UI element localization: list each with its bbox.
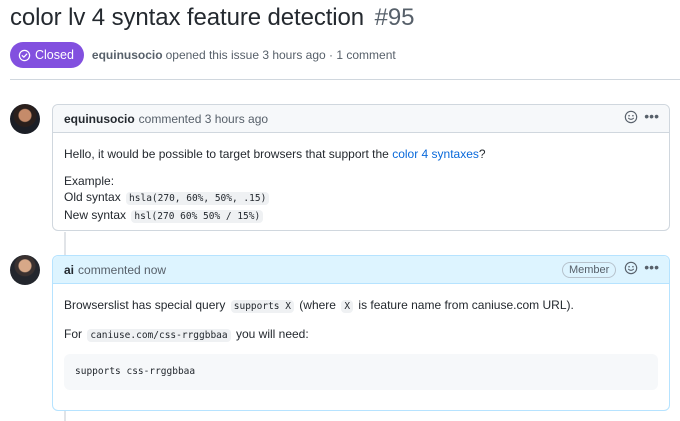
code-block: supports css-rrggbbaa [64,354,658,390]
inline-code: X [341,300,354,313]
issue-number: #95 [374,4,415,31]
issue-title-text: color lv 4 syntax feature detection [10,4,365,31]
new-syntax-code: hsl(270 60% 50% / 15%) [131,210,264,223]
header-divider [10,79,680,80]
issue-title: color lv 4 syntax feature detection #95 [10,4,414,32]
old-syntax-label: Old syntax [64,190,121,204]
comment-text: ? [478,147,486,161]
avatar[interactable] [10,104,40,134]
avatar[interactable] [10,255,40,285]
issue-closed-icon [18,49,31,61]
comment-timestamp[interactable]: commented 3 hours ago [139,112,268,126]
example-label: Example: [64,174,115,188]
comment-text: you will need: [235,327,309,341]
comment-header: equinusocio commented 3 hours ago ••• [53,105,669,133]
comment-text: is feature name from caniuse.com URL). [358,298,574,312]
comment-text: Hello, it would be possible to target br… [64,147,389,161]
inline-code: supports X [230,300,294,313]
comment: ai commented now Member ••• Browserslist… [52,255,670,411]
kebab-horizontal-icon[interactable]: ••• [644,260,659,274]
comment-timestamp[interactable]: commented now [78,263,166,277]
color-4-syntaxes-link[interactable]: color 4 syntaxes [392,147,479,161]
comment-author-link[interactable]: ai [64,263,74,277]
new-syntax-label: New syntax [64,208,127,222]
comment-author-link[interactable]: equinusocio [64,112,135,126]
smiley-icon[interactable] [624,110,638,127]
issue-opened-text: opened this issue 3 hours ago · 1 commen… [165,48,396,62]
comment: equinusocio commented 3 hours ago ••• He… [52,104,670,231]
comment-header: ai commented now Member ••• [53,256,669,284]
smiley-icon[interactable] [624,261,638,278]
status-badge-label: Closed [35,48,74,62]
issue-meta: Closed equinusocio opened this issue 3 h… [10,42,396,68]
comment-text: For [64,327,82,341]
member-badge: Member [561,261,617,278]
comment-body: Browserslist has special query supports … [53,284,669,403]
comment-text: Browserslist has special query [64,298,226,312]
old-syntax-code: hsla(270, 60%, 50%, .15) [126,192,270,205]
status-badge: Closed [10,42,84,68]
comment-text: (where [299,298,336,312]
inline-code: caniuse.com/css-rrggbbaa [87,329,231,342]
comment-body: Hello, it would be possible to target br… [53,133,669,238]
issue-author-link[interactable]: equinusocio [92,48,163,62]
kebab-horizontal-icon[interactable]: ••• [644,109,659,123]
